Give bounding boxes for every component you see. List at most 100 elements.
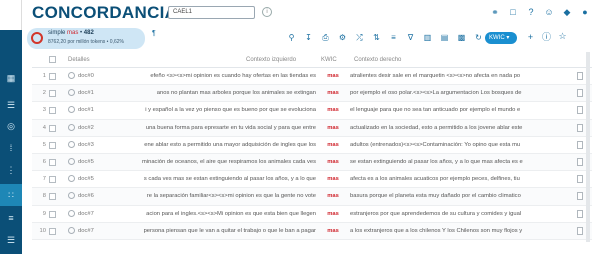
copy-icon[interactable]	[577, 226, 583, 235]
row-checkbox[interactable]	[49, 141, 56, 149]
row-checkbox[interactable]	[49, 227, 56, 235]
kwic-header[interactable]: KWIC	[321, 57, 337, 63]
doc-id[interactable]: doc#2	[78, 125, 94, 131]
kwic-term[interactable]: mas	[322, 176, 344, 182]
clock-icon[interactable]	[68, 106, 75, 114]
star-icon[interactable]: ☆	[557, 31, 568, 42]
table-row[interactable]: 7 doc#5 s cada ves mas se estan extinguien…	[32, 171, 592, 189]
table-row[interactable]: 5 doc#3 ene ablar esto a permitido una may…	[32, 137, 592, 154]
clock-icon[interactable]	[68, 192, 75, 200]
table-row[interactable]: 10 doc#7 persona piensan que le van a quit…	[32, 222, 592, 240]
clock-icon[interactable]	[68, 209, 75, 217]
doc-id[interactable]: doc#7	[78, 211, 94, 217]
table-row[interactable]: 9 doc#7 acion para el ingles.<s><s>Mi opin…	[32, 206, 592, 223]
doc-id[interactable]: doc#5	[78, 159, 94, 165]
copy-icon[interactable]	[577, 72, 583, 80]
select-all-checkbox[interactable]	[49, 56, 56, 63]
keywords-icon[interactable]: ☰	[3, 232, 19, 248]
kwic-term[interactable]: mas	[322, 142, 344, 148]
target-icon[interactable]: ◎	[3, 118, 19, 134]
concordance-icon[interactable]: ∷	[0, 184, 22, 206]
sidebar: ▦ ☰ ◎ ⁞ ⋮ ∷ ≡ ☰	[0, 0, 22, 254]
list-icon[interactable]: ☰	[3, 97, 19, 113]
row-checkbox[interactable]	[49, 107, 56, 115]
dashboard-icon[interactable]: ▦	[3, 70, 19, 86]
kwic-term[interactable]: mas	[322, 125, 344, 131]
left-context-header[interactable]: Contexto izquierdo	[246, 57, 296, 63]
pin-icon[interactable]: ¶	[152, 30, 156, 37]
download-icon[interactable]: ↧	[303, 32, 314, 43]
copy-icon[interactable]	[577, 175, 583, 184]
print-icon[interactable]: ⎙	[320, 32, 331, 43]
link-icon[interactable]: ⚭	[489, 6, 501, 18]
help-icon[interactable]: ?	[525, 6, 537, 18]
feedback-icon[interactable]: ☺	[543, 6, 555, 18]
copy-icon[interactable]	[577, 140, 583, 149]
kwic-term[interactable]: mas	[322, 73, 344, 79]
doc-id[interactable]: doc#1	[78, 107, 94, 113]
kwic-term[interactable]: mas	[322, 228, 344, 234]
doc-id[interactable]: doc#6	[78, 193, 94, 199]
row-checkbox[interactable]	[49, 73, 56, 80]
clock-icon[interactable]	[68, 123, 75, 131]
kwic-term[interactable]: mas	[322, 193, 344, 199]
table-row[interactable]: 3 doc#1 i y español a la vez yo pienso que…	[32, 102, 592, 120]
clock-icon[interactable]	[68, 157, 75, 165]
add-icon[interactable]: +	[525, 31, 536, 42]
copy-icon[interactable]	[577, 209, 583, 218]
row-checkbox[interactable]	[49, 210, 56, 218]
language-icon[interactable]: ◆	[561, 6, 573, 18]
kwic-term[interactable]: mas	[322, 211, 344, 217]
scrollbar[interactable]	[586, 52, 590, 242]
copy-icon[interactable]	[577, 106, 583, 115]
kwic-toggle[interactable]: KWIC ▾	[485, 32, 517, 44]
doc-id[interactable]: doc#5	[78, 176, 94, 182]
clock-icon[interactable]	[68, 72, 75, 79]
row-checkbox[interactable]	[49, 176, 56, 184]
search-icon[interactable]: ⚲	[286, 32, 297, 43]
row-checkbox[interactable]	[49, 90, 56, 98]
table-row[interactable]: 2 doc#1 anos no plantan mas arboles porque…	[32, 85, 592, 103]
chart-icon[interactable]: ▩	[456, 32, 467, 43]
corpus-selector[interactable]: CAEL1	[168, 6, 255, 19]
user-icon[interactable]: ●	[579, 6, 591, 18]
doc-id[interactable]: doc#3	[78, 142, 94, 148]
shuffle-icon[interactable]: ⤮	[354, 32, 365, 43]
copy-icon[interactable]	[577, 123, 583, 132]
collocation-icon[interactable]: ⋮	[3, 162, 19, 178]
align-icon[interactable]: ≡	[388, 32, 399, 43]
row-checkbox[interactable]	[49, 193, 56, 201]
doc-id[interactable]: doc#1	[78, 90, 94, 96]
columns-icon[interactable]: ▥	[422, 32, 433, 43]
row-checkbox[interactable]	[49, 124, 56, 132]
refresh-icon[interactable]: ↻	[473, 32, 484, 43]
doc-id[interactable]: doc#0	[78, 73, 94, 79]
row-checkbox[interactable]	[49, 158, 56, 166]
clock-icon[interactable]	[68, 175, 75, 183]
filter-icon[interactable]: ⁞	[3, 140, 19, 156]
sort-icon[interactable]: ⇅	[371, 32, 382, 43]
table-row[interactable]: 4 doc#2 una buena forma para epresarte en …	[32, 119, 592, 137]
filter-icon[interactable]: ∇	[405, 32, 416, 43]
clock-icon[interactable]	[68, 140, 75, 148]
bookmark-icon[interactable]: □	[507, 6, 519, 18]
settings-icon[interactable]: ⚙	[337, 32, 348, 43]
table-row[interactable]: 6 doc#5 minación de oceanos, el aire que r…	[32, 153, 592, 172]
clock-icon[interactable]	[68, 89, 75, 97]
info-circle-icon[interactable]: ⓘ	[541, 31, 552, 42]
right-context-header[interactable]: Contexto derecho	[354, 57, 401, 63]
kwic-term[interactable]: mas	[322, 159, 344, 165]
copy-icon[interactable]	[577, 89, 583, 98]
copy-icon[interactable]	[577, 157, 583, 166]
query-badge[interactable]: simple mas • 482 8762,20 por millón toke…	[27, 28, 145, 49]
copy-icon[interactable]	[577, 192, 583, 201]
table-row[interactable]: 1 doc#0 efeño <s><s>mi opinion es cuando h…	[32, 68, 592, 86]
kwic-term[interactable]: mas	[322, 107, 344, 113]
info-icon[interactable]: i	[262, 7, 272, 17]
table-row[interactable]: 8 doc#6 re la separación familiar<s><s>mi …	[32, 188, 592, 206]
wordlist-icon[interactable]: ≡	[3, 210, 19, 226]
kwic-term[interactable]: mas	[322, 90, 344, 96]
distribution-icon[interactable]: ▤	[439, 32, 450, 43]
doc-id[interactable]: doc#7	[78, 228, 94, 234]
clock-icon[interactable]	[68, 226, 75, 234]
